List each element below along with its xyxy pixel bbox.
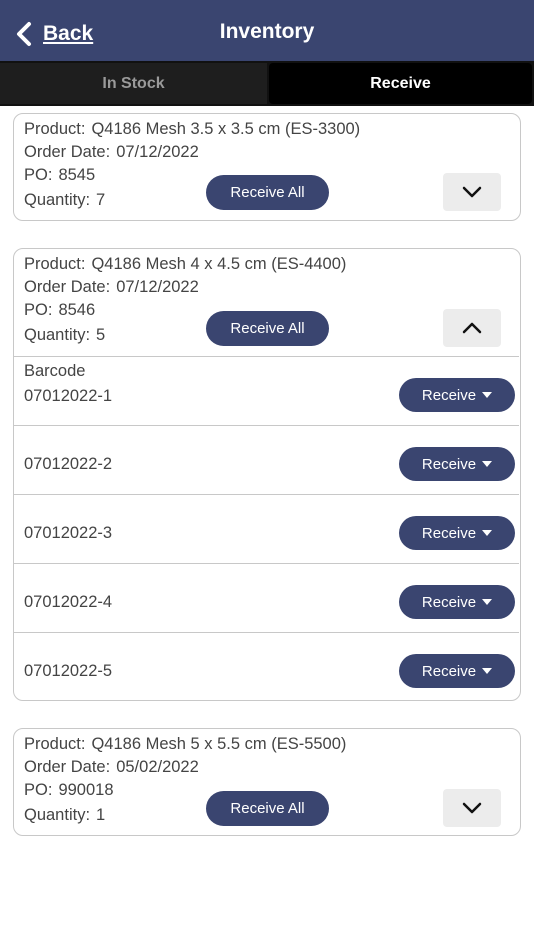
chevron-down-icon xyxy=(462,186,482,198)
receive-dropdown-button[interactable]: Receive xyxy=(399,447,515,481)
quantity-line: Quantity: 7 xyxy=(24,191,105,210)
po-label: PO: xyxy=(24,301,53,319)
receive-label: Receive xyxy=(421,524,477,542)
page-title: Inventory xyxy=(219,20,315,43)
po-label: PO: xyxy=(24,781,53,799)
receive-dropdown-button[interactable]: Receive xyxy=(399,516,515,550)
expand-toggle-button[interactable] xyxy=(443,173,501,211)
caret-down-icon xyxy=(482,668,493,674)
po-line: PO: 8545 xyxy=(24,166,95,185)
receive-label: Receive xyxy=(421,593,477,611)
po-value: 990018 xyxy=(58,781,114,799)
quantity-value: 5 xyxy=(96,326,106,344)
product-label: Product: xyxy=(24,255,86,273)
caret-down-icon xyxy=(482,599,493,605)
product-line: Product: Q4186 Mesh 3.5 x 3.5 cm (ES-3300… xyxy=(24,120,360,139)
receive-label: Receive xyxy=(421,455,477,473)
receive-all-button[interactable]: Receive All xyxy=(206,791,329,826)
quantity-label: Quantity: xyxy=(24,191,91,209)
order-card: Product: Q4186 Mesh 5 x 5.5 cm (ES-5500) … xyxy=(13,728,521,836)
tab-receive[interactable]: Receive xyxy=(269,63,532,104)
product-value: Q4186 Mesh 3.5 x 3.5 cm (ES-3300) xyxy=(91,120,361,138)
chevron-down-icon xyxy=(462,802,482,814)
order-card: Product: Q4186 Mesh 4 x 4.5 cm (ES-4400) … xyxy=(13,248,521,701)
barcode-value: 07012022-5 xyxy=(24,662,113,680)
quantity-label: Quantity: xyxy=(24,326,91,344)
barcode-value: 07012022-4 xyxy=(24,593,113,611)
quantity-value: 1 xyxy=(96,806,106,824)
expand-toggle-button[interactable] xyxy=(443,789,501,827)
order-date-line: Order Date: 05/02/2022 xyxy=(24,758,199,777)
quantity-line: Quantity: 1 xyxy=(24,806,105,825)
order-date-value: 07/12/2022 xyxy=(116,278,199,296)
receive-dropdown-button[interactable]: Receive xyxy=(399,585,515,619)
quantity-line: Quantity: 5 xyxy=(24,326,105,345)
barcode-row: 07012022-5 Receive xyxy=(14,632,519,700)
barcode-row: 07012022-3 Receive xyxy=(14,494,519,563)
receive-label: Receive xyxy=(421,662,477,680)
receive-all-button[interactable]: Receive All xyxy=(206,175,329,210)
order-date-label: Order Date: xyxy=(24,758,111,776)
order-date-label: Order Date: xyxy=(24,143,111,161)
tab-in-stock[interactable]: In Stock xyxy=(0,63,267,104)
order-date-label: Order Date: xyxy=(24,278,111,296)
order-card: Product: Q4186 Mesh 3.5 x 3.5 cm (ES-3300… xyxy=(13,113,521,221)
product-label: Product: xyxy=(24,120,86,138)
product-line: Product: Q4186 Mesh 4 x 4.5 cm (ES-4400) xyxy=(24,255,346,274)
product-label: Product: xyxy=(24,735,86,753)
caret-down-icon xyxy=(482,461,493,467)
caret-down-icon xyxy=(482,530,493,536)
po-line: PO: 990018 xyxy=(24,781,114,800)
quantity-label: Quantity: xyxy=(24,806,91,824)
nav-bar: Back Inventory xyxy=(0,0,534,61)
product-line: Product: Q4186 Mesh 5 x 5.5 cm (ES-5500) xyxy=(24,735,346,754)
product-value: Q4186 Mesh 4 x 4.5 cm (ES-4400) xyxy=(91,255,347,273)
receive-label: Receive xyxy=(421,386,477,404)
quantity-value: 7 xyxy=(96,191,106,209)
order-date-line: Order Date: 07/12/2022 xyxy=(24,143,199,162)
po-value: 8545 xyxy=(58,166,96,184)
order-date-value: 07/12/2022 xyxy=(116,143,199,161)
barcode-row: 07012022-2 Receive xyxy=(14,425,519,494)
barcode-value: 07012022-1 xyxy=(24,387,113,405)
product-value: Q4186 Mesh 5 x 5.5 cm (ES-5500) xyxy=(91,735,347,753)
order-date-value: 05/02/2022 xyxy=(116,758,199,776)
barcode-value: 07012022-2 xyxy=(24,455,113,473)
barcode-row: Barcode 07012022-1 Receive xyxy=(14,356,519,425)
tab-bar: In Stock Receive xyxy=(0,61,534,106)
barcode-row: 07012022-4 Receive xyxy=(14,563,519,632)
po-line: PO: 8546 xyxy=(24,301,95,320)
po-value: 8546 xyxy=(58,301,96,319)
caret-down-icon xyxy=(482,392,493,398)
order-date-line: Order Date: 07/12/2022 xyxy=(24,278,199,297)
collapse-toggle-button[interactable] xyxy=(443,309,501,347)
receive-dropdown-button[interactable]: Receive xyxy=(399,378,515,412)
po-label: PO: xyxy=(24,166,53,184)
chevron-up-icon xyxy=(462,322,482,334)
barcode-header: Barcode xyxy=(24,362,86,380)
barcode-value: 07012022-3 xyxy=(24,524,113,542)
receive-dropdown-button[interactable]: Receive xyxy=(399,654,515,688)
receive-all-button[interactable]: Receive All xyxy=(206,311,329,346)
